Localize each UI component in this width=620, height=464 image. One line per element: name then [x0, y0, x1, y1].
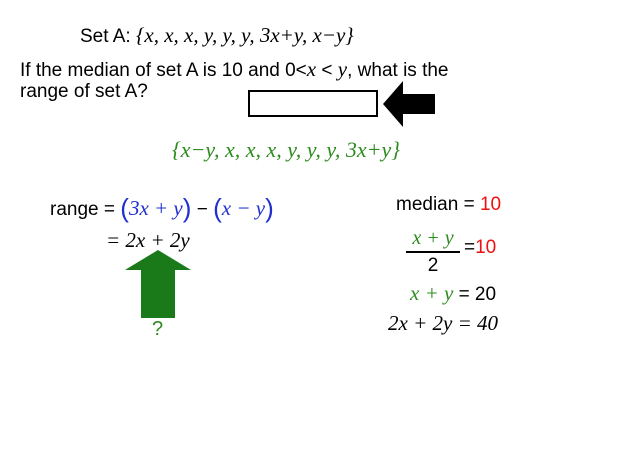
fraction-equals: = — [464, 237, 476, 258]
range-line: range = (3x + y) − (x − y) — [50, 193, 274, 224]
question-text-start: If the median of set A is 10 and 0< — [20, 60, 307, 81]
median-label: median = — [396, 194, 475, 215]
answer-box[interactable] — [248, 90, 378, 117]
sum-rhs: = 20 — [458, 284, 497, 305]
question-line-2: range of set A? — [20, 81, 148, 102]
fraction-denominator: 2 — [427, 254, 439, 276]
question-var-x: x — [306, 57, 317, 81]
set-a-elements: {x, x, x, y, y, y, 3x+y, x−y} — [135, 23, 354, 47]
fraction-equation-rhs: =10 — [464, 237, 496, 259]
question-line-1: If the median of set A is 10 and 0<x < y… — [20, 57, 448, 82]
median-value: 10 — [479, 194, 502, 215]
paren-close-2-icon: ) — [265, 193, 274, 223]
sum-line: x + y = 20 — [410, 281, 496, 306]
median-line: median = 10 — [396, 194, 501, 216]
range-term-2: x − y — [221, 196, 266, 220]
double-sum-line: 2x + 2y = 40 — [388, 311, 498, 335]
fraction-value: 10 — [475, 237, 497, 258]
sum-lhs: x + y — [410, 281, 454, 305]
question-lt: < — [316, 60, 338, 81]
up-arrow-icon — [125, 250, 191, 318]
range-term-1: 3x + y — [128, 196, 183, 220]
paren-open-2-icon: ( — [213, 193, 222, 223]
fraction-numerator: x + y — [412, 227, 454, 249]
pointer-arrow-icon — [383, 81, 435, 127]
ordered-set: {x−y, x, x, x, y, y, y, 3x+y} — [172, 137, 401, 162]
paren-close-1-icon: ) — [182, 193, 192, 223]
question-var-y: y — [337, 57, 348, 81]
paren-open-1-icon: ( — [120, 193, 129, 223]
range-minus: − — [196, 199, 208, 220]
question-text-end: , what is the — [347, 60, 449, 81]
set-a-label: Set A: — [80, 26, 131, 47]
set-a-line: Set A: {x, x, x, y, y, y, 3x+y, x−y} — [80, 23, 354, 48]
range-label: range = — [50, 199, 115, 220]
fraction-bar — [406, 251, 460, 253]
median-fraction: x + y 2 — [406, 227, 460, 277]
question-mark: ? — [152, 318, 164, 340]
